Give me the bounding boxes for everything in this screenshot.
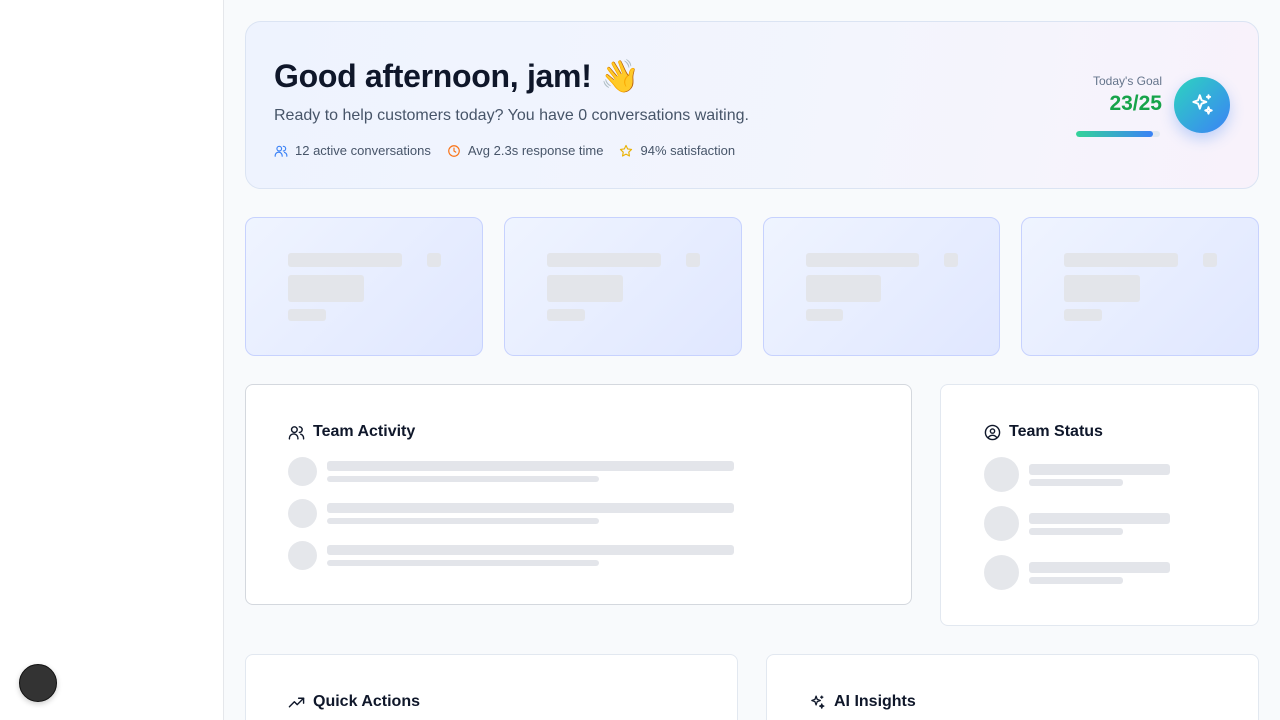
clock-icon	[448, 144, 460, 157]
skeleton-value	[547, 275, 623, 302]
team-status-panel: Team Status	[940, 384, 1259, 626]
stat-label: 12 active conversations	[295, 143, 431, 158]
hero-stats: 12 active conversations Avg 2.3s respons…	[274, 143, 735, 158]
skeleton-value	[1064, 275, 1140, 302]
sparkles-icon	[1192, 94, 1213, 115]
skeleton-line	[288, 309, 326, 321]
skeleton-icon	[1203, 253, 1217, 267]
metric-card-loading	[504, 217, 742, 356]
skeleton-avatar	[288, 541, 317, 570]
users-icon	[288, 425, 305, 440]
skeleton-line	[327, 476, 599, 482]
goal-label: Today's Goal	[1093, 74, 1162, 88]
user-avatar-button[interactable]	[19, 664, 57, 702]
panel-title-label: Team Activity	[313, 423, 416, 440]
skeleton-icon	[944, 253, 958, 267]
skeleton-avatar	[984, 457, 1019, 492]
user-circle-icon	[984, 424, 1001, 440]
stat-label: Avg 2.3s response time	[467, 143, 604, 158]
metric-card-loading	[1021, 217, 1259, 356]
skeleton-line	[288, 253, 402, 267]
team-activity-panel: Team Activity	[245, 384, 912, 605]
skeleton-line	[547, 309, 585, 321]
sparkles-icon	[811, 694, 825, 709]
star-icon	[620, 144, 633, 157]
skeleton-line	[1029, 513, 1170, 524]
skeleton-line	[1064, 309, 1102, 321]
goal-value: 23/25	[1109, 92, 1162, 115]
skeleton-avatar	[984, 555, 1019, 590]
skeleton-avatar	[984, 506, 1019, 541]
panel-title-label: Quick Actions	[313, 693, 420, 710]
stat-satisfaction: 94% satisfaction	[619, 143, 735, 158]
ai-assistant-button[interactable]	[1174, 77, 1230, 133]
welcome-banner: Good afternoon, jam! 👋 Ready to help cus…	[245, 21, 1259, 189]
sidebar	[0, 0, 224, 720]
skeleton-line	[1029, 528, 1123, 535]
users-icon	[274, 145, 288, 157]
skeleton-value	[288, 275, 364, 302]
stat-active-conversations: 12 active conversations	[274, 143, 431, 158]
trending-up-icon	[288, 697, 305, 707]
skeleton-line	[1029, 464, 1170, 475]
metric-card-loading	[763, 217, 1000, 356]
stat-response-time: Avg 2.3s response time	[447, 143, 604, 158]
quick-actions-panel: Quick Actions	[245, 654, 738, 720]
ai-insights-title: AI Insights	[809, 693, 916, 711]
team-status-title: Team Status	[984, 423, 1103, 441]
goal-progress-bar	[1076, 131, 1160, 137]
team-activity-title: Team Activity	[288, 423, 415, 441]
daily-goal: Today's Goal 23/25	[1076, 74, 1162, 137]
ai-insights-panel: AI Insights	[766, 654, 1259, 720]
skeleton-icon	[686, 253, 700, 267]
greeting-heading: Good afternoon, jam! 👋	[274, 58, 640, 94]
skeleton-line	[806, 309, 843, 321]
skeleton-line	[1029, 577, 1123, 584]
skeleton-line	[327, 518, 599, 524]
greeting-subtitle: Ready to help customers today? You have …	[274, 107, 749, 124]
goal-progress-fill	[1076, 131, 1154, 137]
skeleton-line	[547, 253, 661, 267]
skeleton-line	[327, 545, 734, 555]
skeleton-line	[806, 253, 919, 267]
skeleton-line	[1064, 253, 1178, 267]
skeleton-icon	[427, 253, 441, 267]
skeleton-avatar	[288, 499, 317, 528]
panel-title-label: AI Insights	[834, 693, 916, 710]
skeleton-line	[327, 461, 734, 471]
skeleton-line	[1029, 562, 1170, 573]
skeleton-value	[806, 275, 881, 302]
skeleton-line	[327, 560, 599, 566]
stat-label: 94% satisfaction	[640, 143, 736, 158]
quick-actions-title: Quick Actions	[288, 693, 420, 711]
metric-card-loading	[245, 217, 483, 356]
skeleton-line	[1029, 479, 1123, 486]
panel-title-label: Team Status	[1009, 423, 1103, 440]
skeleton-avatar	[288, 457, 317, 486]
skeleton-line	[327, 503, 734, 513]
